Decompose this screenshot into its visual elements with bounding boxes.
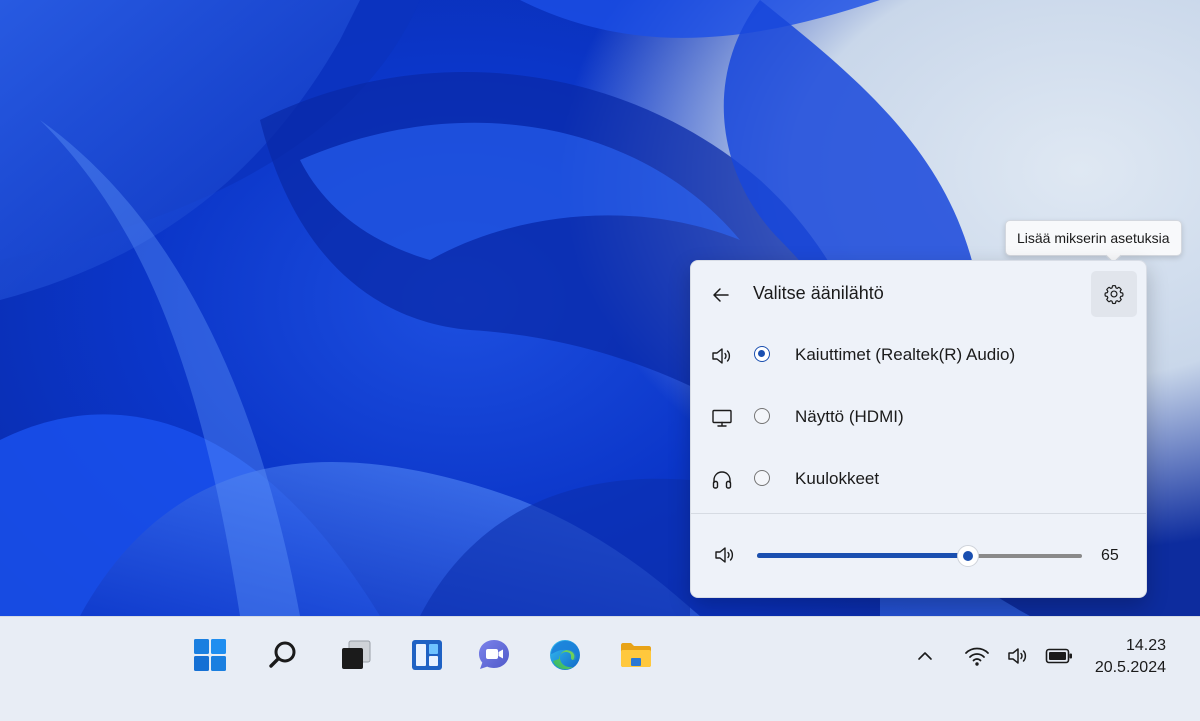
file-explorer-icon[interactable] [610, 635, 662, 675]
speaker-icon[interactable] [1003, 641, 1033, 671]
clock-date: 20.5.2024 [1094, 659, 1166, 676]
device-label: Kaiuttimet (Realtek(R) Audio) [795, 345, 1016, 364]
flyout-title: Valitse äänilähtö [753, 283, 884, 303]
divider [691, 513, 1146, 514]
search-icon[interactable] [257, 635, 309, 675]
flyout-header: Valitse äänilähtö [691, 261, 1146, 327]
clock-time: 14.23 [1125, 637, 1166, 654]
device-label: Kuulokkeet [795, 469, 880, 488]
speaker-icon[interactable] [711, 541, 739, 569]
sound-output-flyout: Valitse äänilähtö Kaiuttimet (Realtek(R)… [690, 260, 1147, 598]
widgets-icon[interactable] [401, 635, 453, 675]
radio-headphones[interactable] [754, 470, 770, 486]
windows-start-icon[interactable] [184, 635, 236, 675]
volume-value: 65 [1101, 547, 1119, 564]
teams-chat-icon[interactable] [468, 635, 520, 675]
taskbar: 14.23 20.5.2024 [0, 616, 1200, 721]
volume-slider-fill [757, 553, 968, 558]
clock[interactable]: 14.23 20.5.2024 [1095, 635, 1166, 679]
speaker-icon [709, 343, 735, 369]
device-option-headphones[interactable]: Kuulokkeet [691, 451, 1146, 509]
wifi-icon[interactable] [962, 641, 992, 671]
volume-slider-thumb[interactable] [957, 545, 979, 567]
device-option-display-hdmi[interactable]: Näyttö (HDMI) [691, 389, 1146, 447]
mixer-settings-button[interactable] [1091, 271, 1137, 317]
headphones-icon [709, 467, 735, 493]
edge-browser-icon[interactable] [539, 635, 591, 675]
task-view-icon[interactable] [330, 635, 382, 675]
radio-speakers[interactable] [754, 346, 770, 362]
volume-row: 65 [691, 525, 1146, 585]
gear-icon [1104, 284, 1124, 305]
battery-icon[interactable] [1044, 641, 1074, 671]
monitor-icon [709, 405, 735, 431]
device-option-speakers[interactable]: Kaiuttimet (Realtek(R) Audio) [691, 327, 1146, 385]
device-label: Näyttö (HDMI) [795, 407, 904, 426]
chevron-up-icon[interactable] [910, 641, 940, 671]
radio-display-hdmi[interactable] [754, 408, 770, 424]
back-button[interactable] [705, 279, 737, 311]
volume-slider[interactable] [757, 545, 1082, 567]
arrow-left-icon [713, 288, 729, 302]
settings-tooltip: Lisää mikserin asetuksia [1005, 220, 1182, 256]
